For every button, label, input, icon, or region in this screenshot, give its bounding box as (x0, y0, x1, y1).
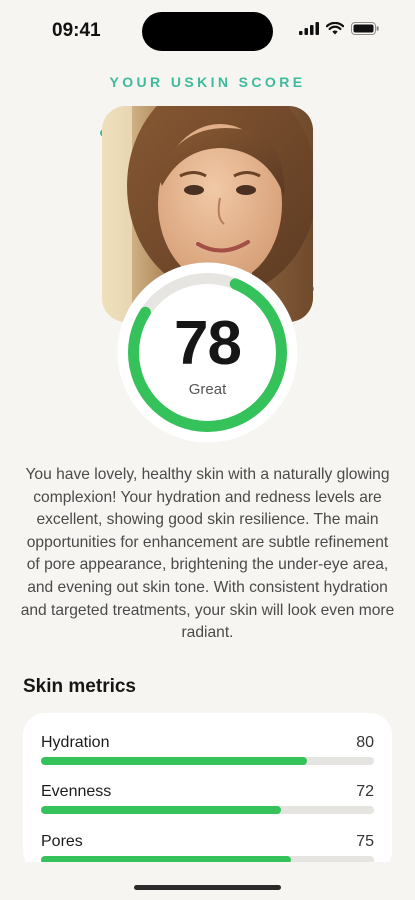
metric-bar-fill (41, 757, 308, 765)
metrics-heading: Skin metrics (23, 676, 136, 697)
dynamic-island (142, 12, 273, 51)
bottom-safe-area (0, 862, 415, 900)
metric-value: 80 (356, 734, 374, 751)
metric-value: 72 (356, 783, 374, 800)
metric-row-evenness: Evenness 72 (41, 783, 374, 823)
metric-name: Pores (41, 833, 83, 850)
status-time: 09:41 (52, 20, 101, 41)
skin-metrics-card: Hydration 80 Evenness 72 Pores 75 (23, 713, 392, 873)
metric-bar-track (41, 757, 374, 765)
home-indicator[interactable] (134, 885, 281, 890)
wifi-icon (326, 22, 344, 35)
cellular-signal-icon (299, 22, 319, 35)
score-value: 78 (174, 309, 242, 378)
status-icons (299, 22, 379, 35)
metric-name: Hydration (41, 734, 110, 751)
score-label: Great (188, 381, 227, 398)
status-bar: 09:41 (0, 0, 415, 62)
metric-value: 75 (356, 833, 374, 850)
screen-title: YOUR USKIN SCORE (109, 74, 306, 90)
metric-bar-fill (41, 806, 281, 814)
metric-name: Evenness (41, 783, 112, 800)
score-gauge: 78 Great (117, 262, 298, 443)
metric-bar-track (41, 806, 374, 814)
battery-icon (351, 22, 379, 35)
skin-summary-text: You have lovely, healthy skin with a nat… (20, 466, 395, 642)
metric-row-hydration: Hydration 80 (41, 734, 374, 774)
